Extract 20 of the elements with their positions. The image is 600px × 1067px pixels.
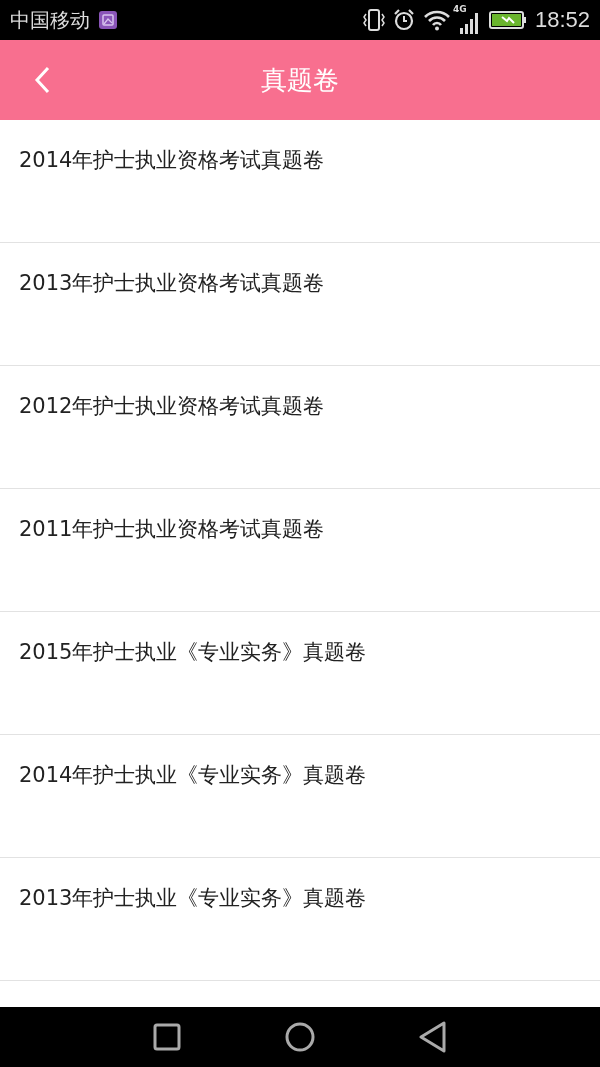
- list-item[interactable]: 2014年护士执业资格考试真题卷: [0, 120, 600, 243]
- list-item[interactable]: 2012年护士执业资格考试真题卷: [0, 366, 600, 489]
- wifi-icon: [422, 9, 451, 31]
- alarm-icon: [392, 8, 415, 32]
- list-item[interactable]: 2015年护士执业《专业实务》真题卷: [0, 612, 600, 735]
- gallery-icon: [98, 10, 118, 30]
- signal-icon: [458, 12, 479, 34]
- vibrate-icon: [362, 8, 385, 32]
- page-title: 真题卷: [261, 63, 339, 97]
- battery-icon: [488, 10, 527, 30]
- back-icon[interactable]: [419, 1021, 447, 1053]
- list-item[interactable]: 2014年护士执业《专业实务》真题卷: [0, 735, 600, 858]
- list-item[interactable]: 2013年护士执业《专业实务》真题卷: [0, 858, 600, 981]
- list-item[interactable]: 2011年护士执业资格考试真题卷: [0, 489, 600, 612]
- list-item[interactable]: 2013年护士执业资格考试真题卷: [0, 243, 600, 366]
- carrier-name: 中国移动: [10, 6, 90, 34]
- home-icon[interactable]: [285, 1022, 315, 1052]
- network-type: 4G: [452, 4, 467, 14]
- clock-time: 18:52: [534, 7, 590, 33]
- recents-icon[interactable]: [153, 1023, 181, 1051]
